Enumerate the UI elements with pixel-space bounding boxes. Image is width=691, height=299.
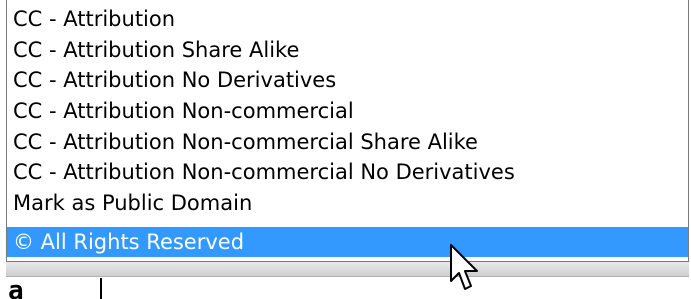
option-all-rights-reserved[interactable]: © All Rights Reserved	[7, 227, 688, 257]
option-cc-attribution-non-commercial-share-alike[interactable]: CC - Attribution Non-commercial Share Al…	[7, 127, 688, 157]
background-divider	[100, 278, 102, 299]
background-text-fragment: a	[0, 278, 120, 299]
option-cc-attribution-non-commercial-no-derivatives[interactable]: CC - Attribution Non-commercial No Deriv…	[7, 157, 688, 187]
option-cc-attribution-non-commercial[interactable]: CC - Attribution Non-commercial	[7, 96, 688, 126]
background-fragment-text: a	[8, 278, 25, 299]
option-cc-attribution-no-derivatives[interactable]: CC - Attribution No Derivatives	[7, 65, 688, 95]
option-cc-attribution-share-alike[interactable]: CC - Attribution Share Alike	[7, 35, 688, 65]
background-toolbar-edge	[6, 262, 689, 277]
license-dropdown-list[interactable]: CC - Attribution CC - Attribution Share …	[6, 0, 689, 262]
option-cc-attribution[interactable]: CC - Attribution	[7, 4, 688, 34]
arrow-pointer-icon	[450, 244, 478, 290]
option-mark-as-public-domain[interactable]: Mark as Public Domain	[7, 188, 688, 218]
